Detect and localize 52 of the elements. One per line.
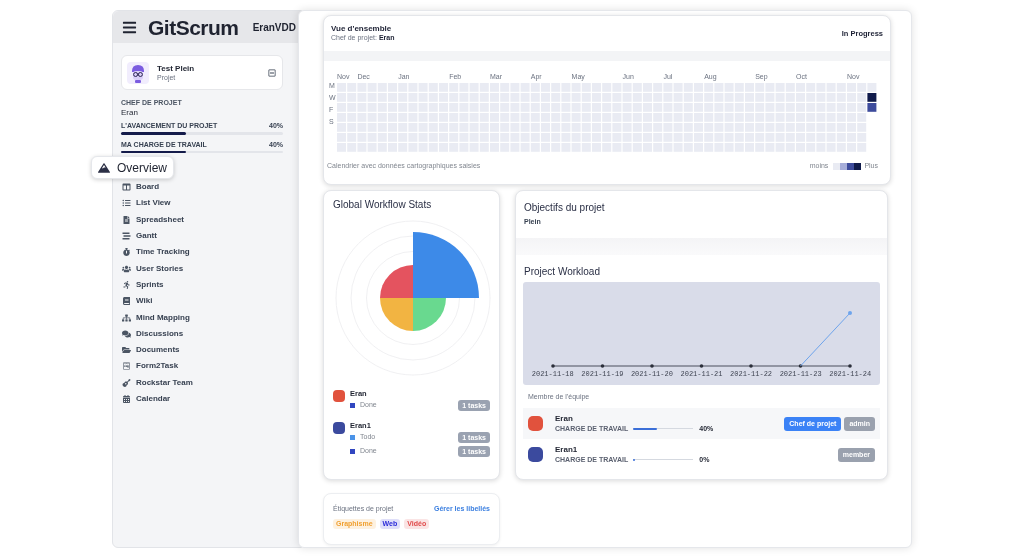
stacked-lines-icon xyxy=(122,232,131,241)
list-icon xyxy=(122,199,131,208)
member-name: Eran1 xyxy=(555,445,579,455)
runner-icon xyxy=(122,280,131,289)
menu-item[interactable]: List View xyxy=(121,195,171,212)
logo-text: GitScrum xyxy=(148,16,239,38)
mountain-icon xyxy=(98,162,110,173)
field-value: Eran xyxy=(121,108,139,118)
menu-item[interactable]: Board xyxy=(121,179,160,196)
menu-item[interactable]: Wiki xyxy=(121,293,153,310)
menu-item[interactable]: Mind Mapping xyxy=(121,309,190,326)
data-point xyxy=(749,364,753,368)
data-point xyxy=(600,364,605,368)
menu-item[interactable]: Time Tracking xyxy=(121,244,190,261)
data-point xyxy=(798,364,803,368)
chat-bubbles-icon xyxy=(122,329,131,338)
hierarchy-icon xyxy=(122,313,131,322)
card-title: Vue d'ensemble xyxy=(331,24,393,33)
menu-item[interactable]: Overview xyxy=(91,156,174,179)
menu-item[interactable]: User Stories xyxy=(121,260,184,277)
menu-item[interactable]: Documents xyxy=(121,341,180,359)
menu-item[interactable]: Spreadsheet xyxy=(121,211,185,228)
data-point xyxy=(848,364,852,368)
card-title: Global Workflow Stats xyxy=(332,198,433,211)
card-title: Objectifs du projet xyxy=(523,201,606,214)
menu-item[interactable]: Rockstar Team xyxy=(121,374,193,391)
menu-item[interactable]: Discussions xyxy=(121,325,184,342)
menu-item[interactable]: Gantt xyxy=(121,227,157,245)
menu-item[interactable]: Sprints xyxy=(121,276,164,294)
heatmap-day-cell xyxy=(867,93,877,102)
project-name: Test Plein xyxy=(157,63,195,74)
member-name: Eran xyxy=(555,414,574,424)
menu-icon[interactable] xyxy=(121,19,138,35)
guitar-icon xyxy=(122,378,131,387)
card-title: Project Workload xyxy=(523,266,601,278)
users-icon xyxy=(122,264,131,273)
columns-icon xyxy=(122,183,131,192)
document-icon xyxy=(122,215,131,224)
data-point xyxy=(848,311,852,315)
form-icon xyxy=(122,362,131,371)
stopwatch-icon xyxy=(122,248,131,257)
user-name[interactable]: EranVDD xyxy=(252,19,296,35)
menu-item[interactable]: Calendar xyxy=(121,390,171,408)
folder-icon xyxy=(122,346,131,355)
heatmap-day-cell xyxy=(867,103,877,112)
glasses-avatar-icon xyxy=(127,61,149,84)
data-point xyxy=(551,364,555,368)
menu-item[interactable]: Form2Task xyxy=(121,358,179,375)
calendar-icon xyxy=(122,395,131,403)
data-point xyxy=(699,364,704,368)
data-point xyxy=(650,364,654,368)
book-icon xyxy=(122,297,131,306)
